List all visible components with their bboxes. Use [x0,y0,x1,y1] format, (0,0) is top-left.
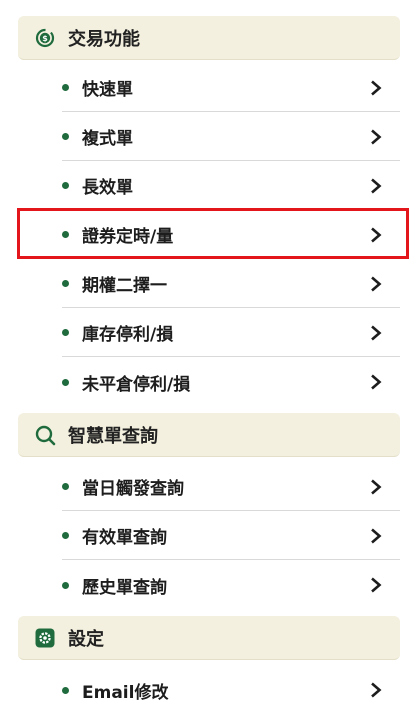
menu-item-label: 當日觸發查詢 [82,479,184,499]
section-label: 智慧單查詢 [68,425,158,447]
menu-item-label: 未平倉停利/損 [82,374,191,395]
menu-item-daily-trigger-query[interactable]: 當日觸發查詢 [62,463,400,511]
chevron-right-icon [366,680,386,700]
dollar-refresh-icon: $ [34,27,56,49]
chevron-right-icon [366,526,386,546]
section-label: 交易功能 [68,28,140,50]
svg-text:$: $ [42,34,48,43]
menu-item-compound-order[interactable]: 複式單 [62,113,400,161]
menu-item-securities-timed-volume[interactable]: 證券定時/量 [62,211,400,259]
menu-item-label: 期權二擇一 [82,276,167,296]
menu-item-option-one-of-two[interactable]: 期權二擇一 [62,260,400,308]
chevron-right-icon [366,575,386,595]
chevron-right-icon [366,477,386,497]
menu-item-label: 長效單 [82,178,133,198]
menu-item-history-order-query[interactable]: 歷史單查詢 [62,561,400,609]
menu-item-open-position-stop[interactable]: 未平倉停利/損 [62,358,400,406]
menu-item-inventory-stop[interactable]: 庫存停利/損 [62,309,400,357]
menu-item-valid-order-query[interactable]: 有效單查詢 [62,512,400,560]
bullet-icon [62,133,69,140]
bullet-icon [62,378,69,386]
chevron-right-icon [366,176,386,196]
bullet-icon [62,84,69,91]
bullet-icon [62,686,69,694]
bullet-icon [62,329,69,336]
gear-icon [34,627,56,649]
menu-item-label: 證券定時/量 [82,227,174,247]
bullet-icon [62,532,69,539]
section-label: 設定 [68,628,104,650]
bullet-icon [62,581,69,589]
menu-item-label: 快速單 [82,80,133,100]
side-menu: $ 交易功能 快速單 複式單 長效單 證券定時/量 期權二擇一 庫存停利/損 未… [0,0,416,710]
menu-item-label: Email修改 [82,682,169,703]
menu-item-label: 有效單查詢 [82,528,167,548]
menu-item-long-term-order[interactable]: 長效單 [62,162,400,210]
bullet-icon [62,182,69,189]
chevron-right-icon [366,127,386,147]
menu-item-label: 複式單 [82,129,133,149]
menu-item-quick-order[interactable]: 快速單 [62,64,400,112]
menu-item-label: 庫存停利/損 [82,325,174,345]
bullet-icon [62,231,69,238]
chevron-right-icon [366,323,386,343]
section-settings[interactable]: 設定 [18,616,400,660]
bullet-icon [62,483,69,490]
search-icon [34,424,56,446]
chevron-right-icon [366,372,386,392]
section-smart-order-query[interactable]: 智慧單查詢 [18,413,400,457]
chevron-right-icon [366,78,386,98]
menu-item-label: 歷史單查詢 [82,577,167,598]
bullet-icon [62,280,69,287]
chevron-right-icon [366,274,386,294]
section-trading-functions[interactable]: $ 交易功能 [18,16,400,60]
chevron-right-icon [366,225,386,245]
menu-item-email-edit[interactable]: Email修改 [62,666,400,714]
